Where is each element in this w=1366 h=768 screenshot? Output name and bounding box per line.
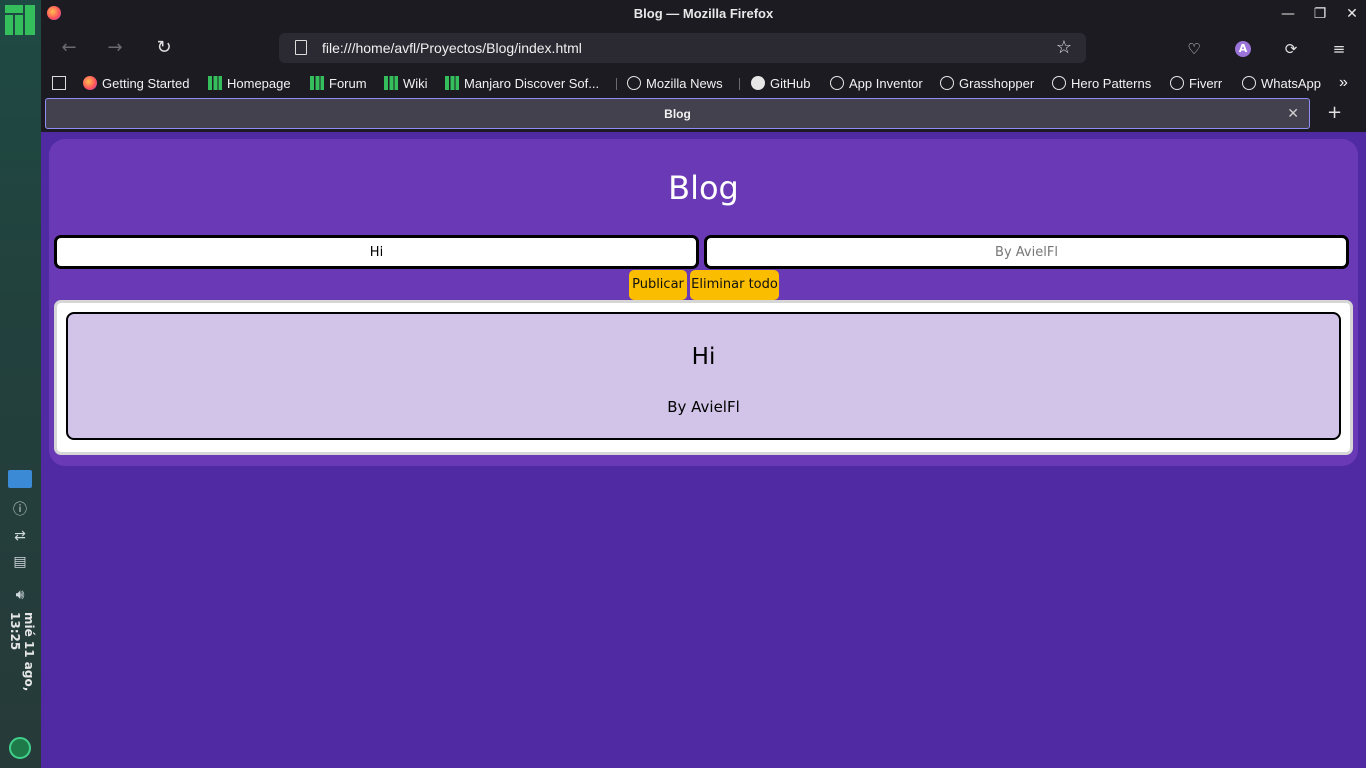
globe-icon [830, 76, 844, 90]
close-tab-icon[interactable]: ✕ [1287, 106, 1299, 122]
url-bar[interactable]: file:///home/avfl/Proyectos/Blog/index.h… [279, 33, 1086, 63]
firefox-icon [83, 76, 97, 90]
back-button[interactable]: ← [56, 36, 82, 60]
bookmark-homepage[interactable]: Homepage [208, 73, 291, 93]
manjaro-icon [384, 76, 398, 90]
menu-icon[interactable]: ≡ [1328, 38, 1350, 60]
manjaro-icon [445, 76, 459, 90]
window-title: Blog — Mozilla Firefox [633, 6, 774, 21]
network-icon[interactable]: ⇄ [8, 526, 32, 546]
post-author-input[interactable]: By AvielFl [704, 235, 1349, 269]
globe-icon [1170, 76, 1184, 90]
bookmark-getting-started[interactable]: Getting Started [83, 73, 189, 93]
bookmark-hero-patterns[interactable]: Hero Patterns [1052, 73, 1151, 93]
close-window-icon[interactable]: ✕ [1342, 4, 1362, 24]
tab-blog[interactable]: Blog ✕ [45, 98, 1310, 129]
bookmark-forum[interactable]: Forum [310, 73, 367, 93]
bookmark-github[interactable]: GitHub [751, 73, 810, 93]
bookmark-grasshopper[interactable]: Grasshopper [940, 73, 1034, 93]
title-bar: Blog — Mozilla Firefox — ❐ ✕ [41, 0, 1366, 28]
bookmark-manjaro-discover[interactable]: Manjaro Discover Sof... [445, 73, 599, 93]
file-manager-icon[interactable] [8, 470, 32, 488]
globe-icon [940, 76, 954, 90]
bookmark-separator [616, 78, 617, 90]
page-viewport: Blog Hi By AvielFl Publicar Eliminar tod… [41, 132, 1366, 768]
delete-all-button[interactable]: Eliminar todo [690, 270, 779, 300]
bookmark-wiki[interactable]: Wiki [384, 73, 428, 93]
globe-icon [1052, 76, 1066, 90]
sync-icon[interactable]: ⟳ [1280, 38, 1302, 60]
bookmark-whatsapp[interactable]: WhatsApp [1242, 73, 1321, 93]
url-text[interactable]: file:///home/avfl/Proyectos/Blog/index.h… [322, 40, 582, 56]
bookmark-fiverr[interactable]: Fiverr [1170, 73, 1222, 93]
post-title-input-value: Hi [369, 245, 384, 260]
bookmark-mozilla-news[interactable]: Mozilla News [627, 73, 723, 93]
restore-icon[interactable]: ❐ [1310, 4, 1330, 24]
post-title: Hi [691, 344, 716, 370]
posts-container: Hi By AvielFl [54, 300, 1353, 455]
post-author: By AvielFl [667, 398, 740, 416]
minimize-icon[interactable]: — [1278, 4, 1298, 24]
globe-icon [1242, 76, 1256, 90]
post-card: Hi By AvielFl [66, 312, 1341, 440]
tab-strip: Blog ✕ + [41, 97, 1366, 132]
bookmark-star-icon[interactable]: ☆ [1056, 37, 1072, 58]
desktop-panel: ⓘ ⇄ ▤ 🔊︎ mié 11 ago, 13:25 [0, 0, 41, 768]
tab-title: Blog [664, 107, 691, 121]
bookmark-separator [739, 78, 740, 90]
post-title-input[interactable]: Hi [54, 235, 699, 269]
post-author-input-placeholder: By AvielFl [995, 245, 1058, 260]
manjaro-icon [208, 76, 222, 90]
volume-icon[interactable]: 🔊︎ [8, 585, 32, 605]
power-icon[interactable] [9, 737, 31, 759]
publish-button[interactable]: Publicar [629, 270, 687, 300]
globe-icon [627, 76, 641, 90]
account-avatar[interactable]: A [1235, 41, 1251, 57]
reload-button[interactable]: ↻ [151, 36, 177, 60]
info-icon[interactable]: ⓘ [8, 500, 32, 520]
manjaro-logo-icon[interactable] [5, 5, 35, 35]
navigation-toolbar: ← → ↻ file:///home/avfl/Proyectos/Blog/i… [41, 30, 1366, 66]
bookmarks-toolbar: Getting Started Homepage Forum Wiki Manj… [41, 70, 1366, 96]
new-tab-icon[interactable]: + [1327, 102, 1342, 123]
manjaro-icon [310, 76, 324, 90]
page-title: Blog [668, 169, 739, 207]
chevron-right-icon[interactable]: » [1339, 73, 1348, 93]
bookmark-app-inventor[interactable]: App Inventor [830, 73, 923, 93]
pocket-icon[interactable]: ♡ [1183, 38, 1205, 60]
clipboard-icon[interactable]: ▤ [8, 552, 32, 572]
page-icon [295, 40, 307, 55]
panel-clock[interactable]: mié 11 ago, 13:25 [4, 612, 36, 732]
bookmarks-manage-icon[interactable] [52, 73, 71, 93]
forward-button[interactable]: → [102, 36, 128, 60]
blog-panel: Blog Hi By AvielFl Publicar Eliminar tod… [49, 139, 1358, 466]
firefox-window: Blog — Mozilla Firefox — ❐ ✕ ← → ↻ file:… [41, 0, 1366, 768]
github-icon [751, 76, 765, 90]
